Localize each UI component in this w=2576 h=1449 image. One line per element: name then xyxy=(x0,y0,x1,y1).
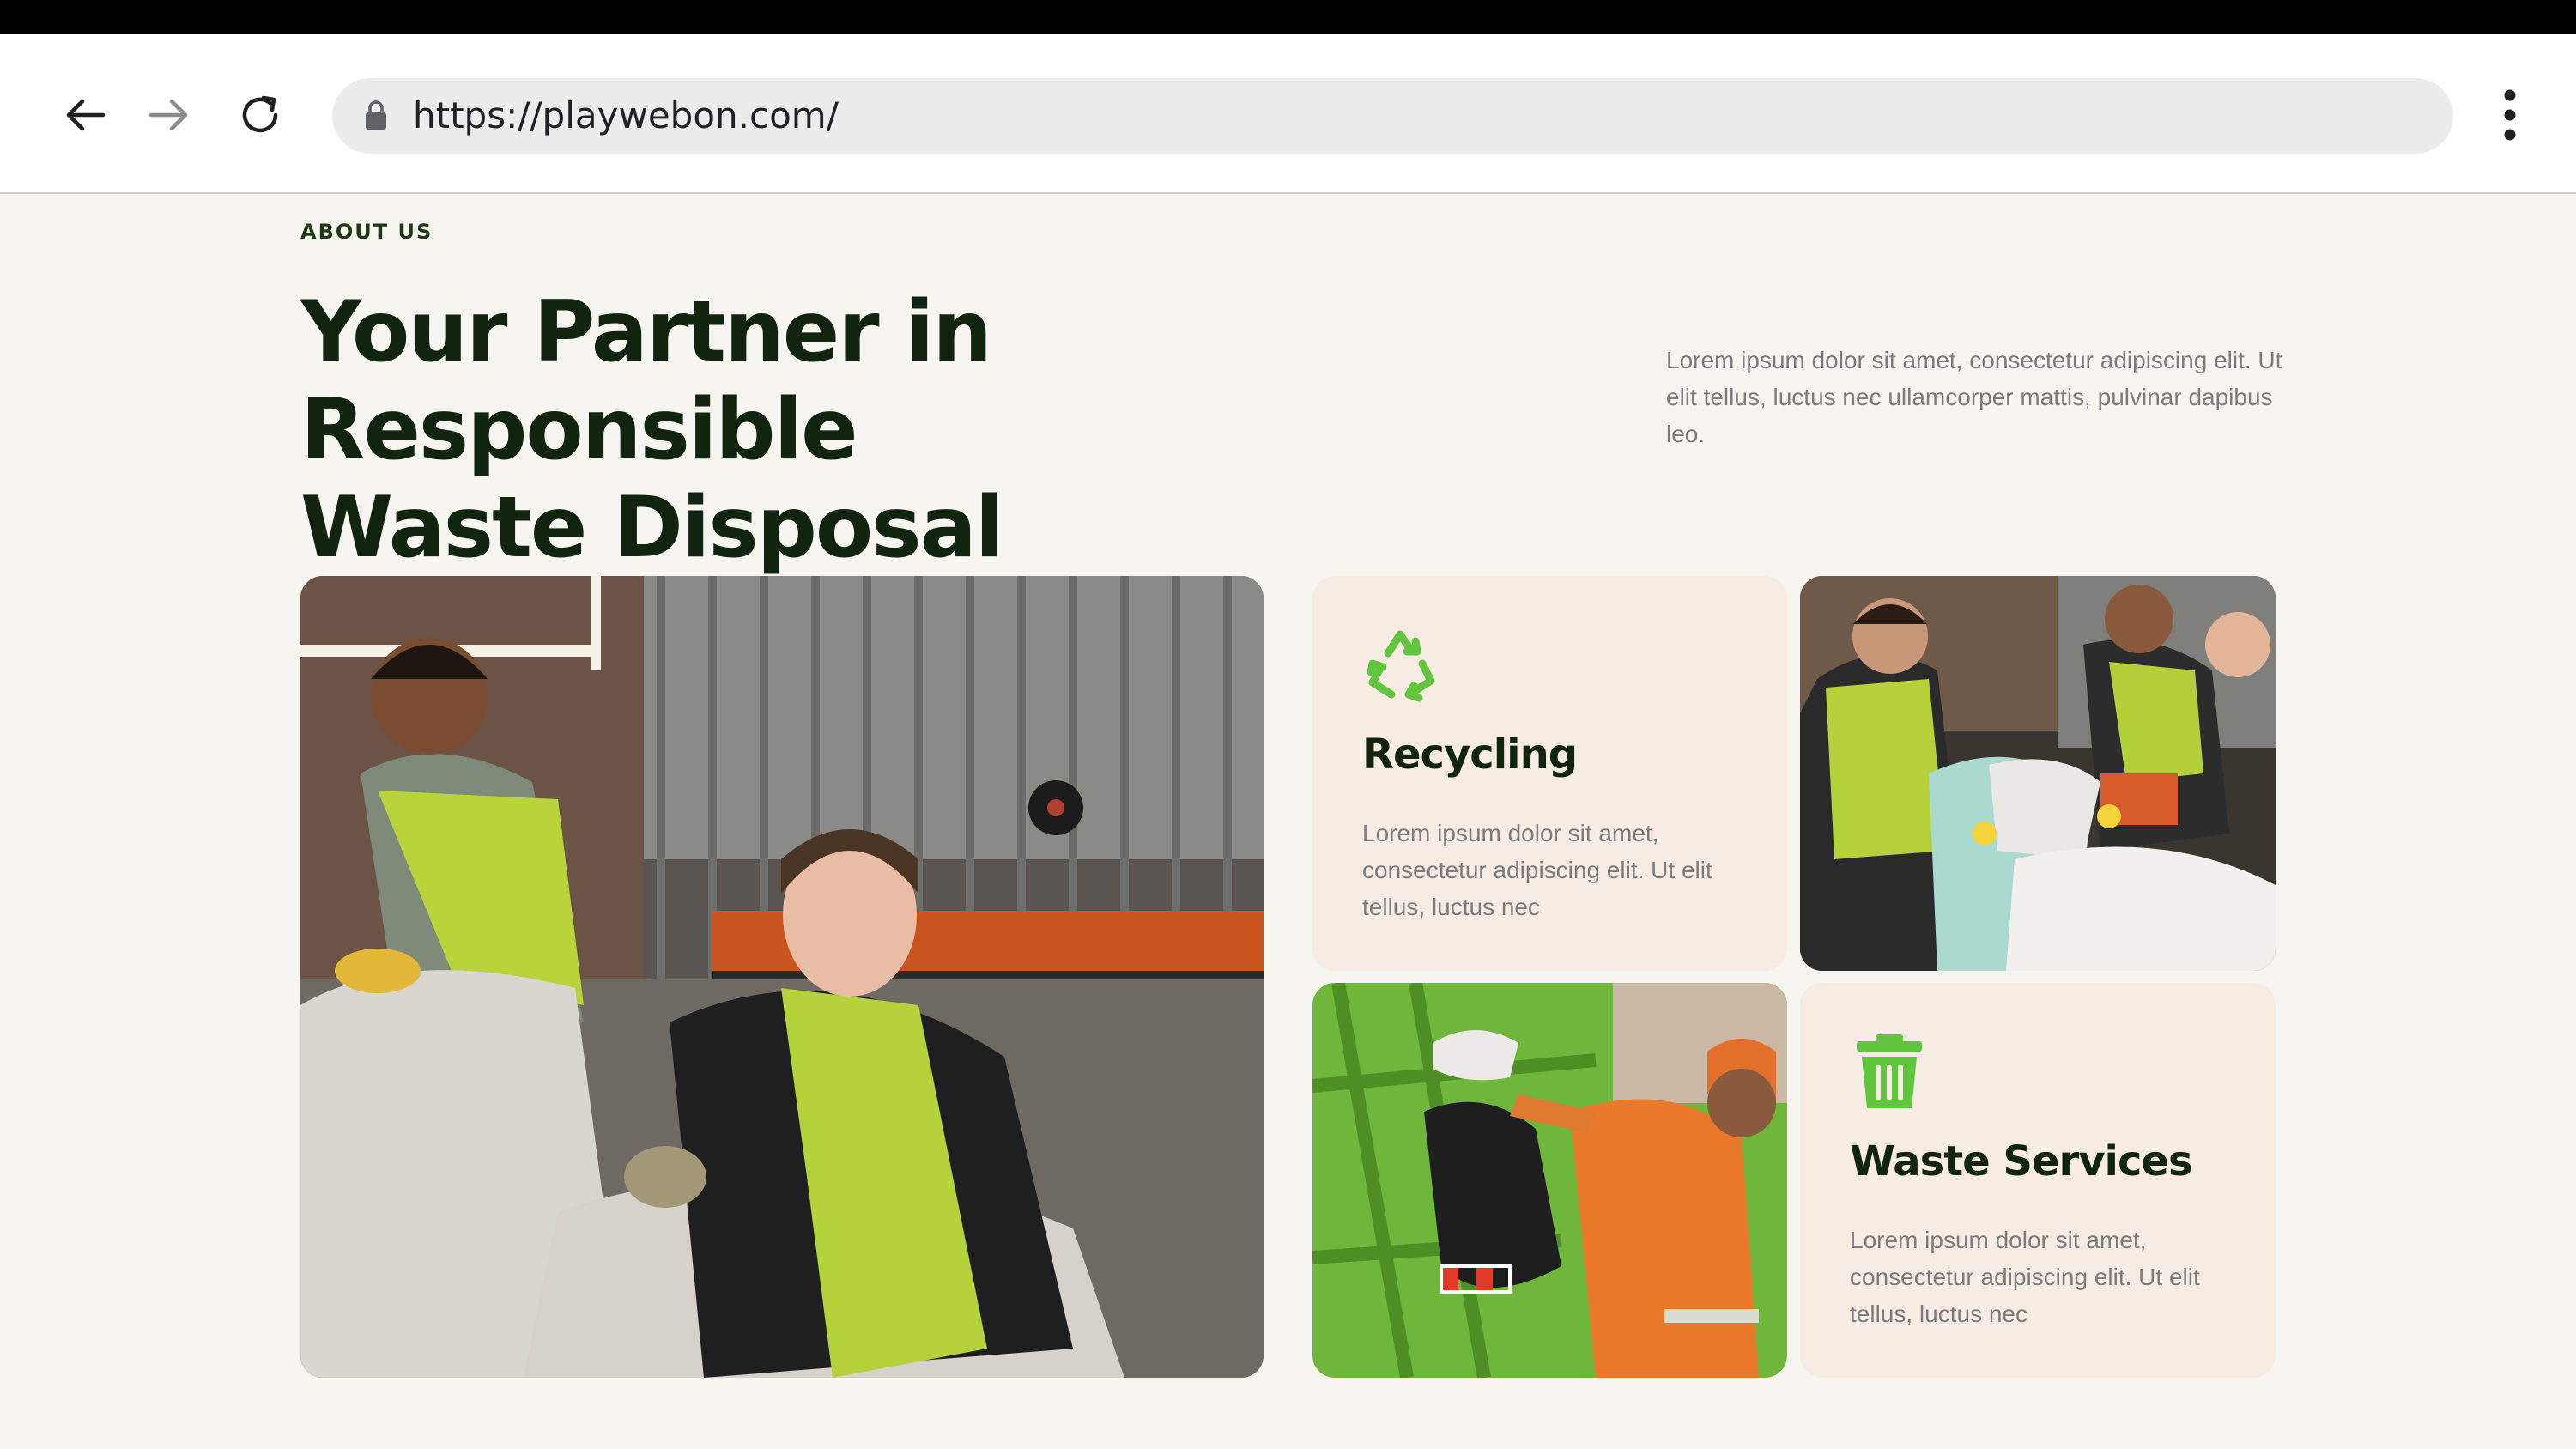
section-title: Your Partner in Responsible Waste Dispos… xyxy=(300,283,1416,577)
more-menu-button[interactable] xyxy=(2476,81,2544,149)
back-button[interactable] xyxy=(52,81,120,149)
back-arrow-icon xyxy=(66,99,106,131)
lock-icon xyxy=(366,100,386,130)
section-title-line-2: Waste Disposal xyxy=(300,479,1003,577)
browser-toolbar: https://playwebon.com/ xyxy=(0,34,2576,194)
status-bar xyxy=(0,0,2576,34)
section-title-line-1: Your Partner in Responsible xyxy=(300,283,992,479)
recycling-card-text: Lorem ipsum dolor sit amet, consectetur … xyxy=(1362,820,1712,920)
waste-services-card-text: Lorem ipsum dolor sit amet, consectetur … xyxy=(1850,1227,2200,1327)
address-bar[interactable]: https://playwebon.com/ xyxy=(332,78,2453,154)
reload-icon xyxy=(242,95,278,133)
more-vertical-icon xyxy=(2504,89,2516,141)
section-description: Lorem ipsum dolor sit amet, consectetur … xyxy=(1666,347,2282,447)
workers-sorting-station-photo xyxy=(1800,576,2276,971)
garbage-truck-photo xyxy=(1312,983,1787,1378)
url-text: https://playwebon.com/ xyxy=(413,94,839,136)
recycle-icon xyxy=(1367,630,1435,702)
recycling-card-title: Recycling xyxy=(1362,731,1578,779)
waste-services-card-title: Waste Services xyxy=(1850,1137,2193,1185)
trash-icon xyxy=(1857,1034,1922,1108)
waste-services-card: Waste Services Lorem ipsum dolor sit ame… xyxy=(1800,983,2276,1378)
forward-arrow-icon xyxy=(148,99,188,131)
reload-button[interactable] xyxy=(226,81,294,149)
forward-button[interactable] xyxy=(134,81,203,149)
workers-sorting-photo xyxy=(300,576,1264,1378)
about-section: ABOUT US Your Partner in Responsible Was… xyxy=(0,194,2576,1449)
recycling-card: Recycling Lorem ipsum dolor sit amet, co… xyxy=(1312,576,1787,971)
section-eyebrow: ABOUT US xyxy=(300,220,433,244)
